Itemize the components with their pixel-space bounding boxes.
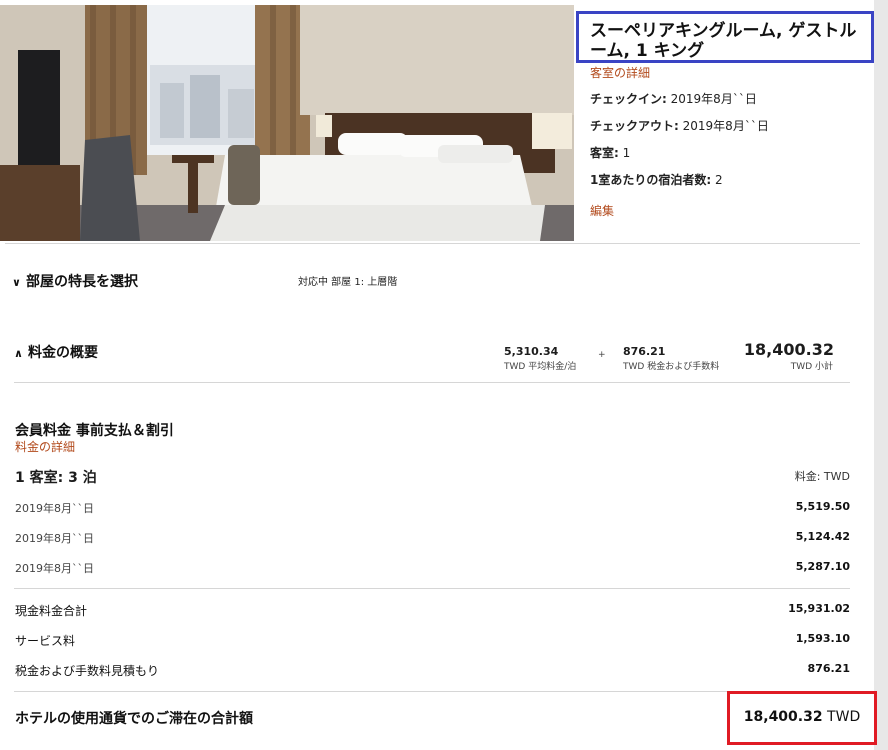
service-value: 1,593.10	[795, 632, 850, 645]
cash-total-label: 現金料金合計	[15, 604, 88, 618]
night-amount: 5,287.10	[795, 560, 850, 573]
per-room-line: 1室あたりの宿泊者数: 2	[590, 171, 723, 188]
night-date: 2019年8月``日	[15, 562, 94, 575]
summary-heading: 料金の概要	[28, 345, 98, 361]
stay-total-amount: 18,400.32	[743, 709, 823, 725]
divider	[5, 243, 860, 244]
per-room-value: 2	[714, 173, 723, 187]
rate-detail-link[interactable]: 料金の詳細	[15, 438, 75, 455]
stay-total: 18,400.32 TWD	[727, 691, 877, 745]
features-supported-label: 対応中 部屋 1:	[298, 277, 365, 288]
cash-total-value: 15,931.02	[788, 602, 850, 615]
checkin-line: チェックイン: 2019年8月``日	[590, 90, 757, 107]
divider	[14, 382, 850, 383]
chevron-down-icon: ∨	[12, 276, 21, 289]
rooms-nights: 1 客室: 3 泊	[15, 470, 97, 486]
per-room-label: 1室あたりの宿泊者数:	[590, 173, 712, 187]
night-amount: 5,124.42	[795, 530, 850, 543]
tax-estimate-label: 税金および手数料見積もり	[15, 664, 160, 678]
night-amount: 5,519.50	[795, 500, 850, 513]
subtotal-value: 18,400.32	[743, 340, 834, 359]
edit-link[interactable]: 編集	[590, 202, 614, 219]
avg-rate-value: 5,310.34	[504, 345, 559, 358]
divider	[14, 691, 850, 692]
tax-summary-value: 876.21	[623, 345, 666, 358]
checkout-value: 2019年8月``日	[682, 119, 769, 133]
features-supported: 対応中 部屋 1: 上層階	[298, 273, 397, 288]
night-date: 2019年8月``日	[15, 502, 94, 515]
plus-sign: +	[598, 350, 606, 360]
rate-plan-name: 会員料金 事前支払＆割引	[15, 423, 174, 439]
rate-currency: 料金: TWD	[794, 470, 850, 483]
summary-toggle[interactable]: ∧ 料金の概要	[14, 342, 98, 362]
tax-summary-caption: TWD 税金および手数料	[623, 362, 720, 372]
guests-label: 客室:	[590, 146, 619, 160]
features-supported-value: 上層階	[367, 277, 398, 288]
room-photo	[0, 5, 574, 241]
service-label: サービス料	[15, 634, 76, 648]
stay-total-label: ホテルの使用通貨でのご滞在の合計額	[15, 711, 253, 727]
checkin-value: 2019年8月``日	[670, 92, 757, 106]
features-toggle[interactable]: ∨ 部屋の特長を選択	[12, 271, 138, 291]
checkin-label: チェックイン:	[590, 92, 667, 106]
stay-total-currency: TWD	[827, 709, 861, 725]
room-detail-link[interactable]: 客室の詳細	[590, 64, 650, 81]
subtotal-caption: TWD 小計	[790, 362, 833, 372]
checkout-label: チェックアウト:	[590, 119, 679, 133]
page-scrollbar[interactable]	[874, 0, 888, 750]
divider	[14, 588, 850, 589]
tax-estimate-value: 876.21	[807, 662, 850, 675]
guests-value: 1	[622, 146, 631, 160]
checkout-line: チェックアウト: 2019年8月``日	[590, 117, 769, 134]
chevron-up-icon: ∧	[14, 347, 23, 360]
room-title: スーペリアキングルーム, ゲストルーム, 1 キング	[576, 11, 874, 63]
features-heading: 部屋の特長を選択	[26, 274, 138, 290]
guests-line: 客室: 1	[590, 144, 630, 161]
avg-rate-caption: TWD 平均料金/泊	[504, 362, 577, 372]
night-date: 2019年8月``日	[15, 532, 94, 545]
